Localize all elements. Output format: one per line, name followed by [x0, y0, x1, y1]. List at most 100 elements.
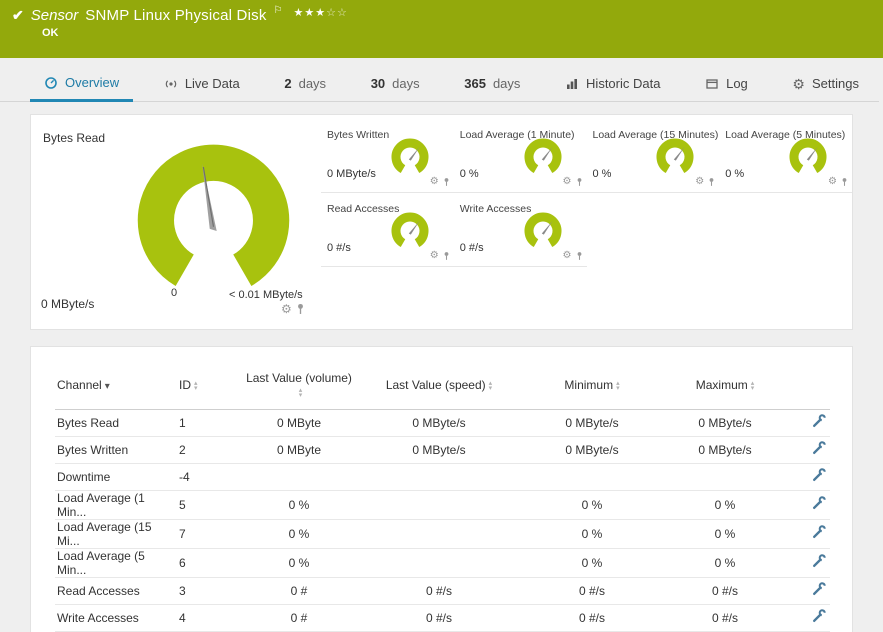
- table-row-bytes-read[interactable]: Bytes Read 1 0 MByte 0 MByte/s 0 MByte/s…: [55, 409, 830, 436]
- gear-icon[interactable]: ⚙: [430, 177, 439, 187]
- max-cell: 0 MByte/s: [698, 415, 752, 430]
- speed-cell: [355, 490, 523, 519]
- table-row-load-average-15min[interactable]: Load Average (15 Mi... 7 0 % 0 % 0 %: [55, 519, 830, 548]
- tab-live-data[interactable]: Live Data: [150, 66, 254, 101]
- gauge-current-value: 0 #/s: [327, 242, 351, 254]
- table-row-write-accesses[interactable]: Write Accesses 4 0 # 0 #/s 0 #/s 0 #/s: [55, 604, 830, 631]
- column-label: Minimum: [564, 377, 614, 392]
- pin-icon[interactable]: [708, 177, 715, 187]
- object-kind-label: Sensor: [30, 7, 79, 24]
- table-row-bytes-written[interactable]: Bytes Written 2 0 MByte 0 MByte/s 0 MByt…: [55, 436, 830, 463]
- tab-bar: Overview Live Data 2 days 30 days 365 da…: [0, 66, 879, 102]
- wrench-icon[interactable]: [812, 582, 826, 596]
- pin-icon[interactable]: [296, 303, 305, 315]
- gear-icon[interactable]: ⚙: [563, 251, 572, 261]
- gauge-label: Bytes Read: [43, 131, 106, 145]
- small-gauge: [656, 138, 694, 173]
- wrench-icon[interactable]: [812, 496, 826, 510]
- tab-2-days[interactable]: 2 days: [270, 66, 340, 101]
- table-row-downtime[interactable]: Downtime -4: [55, 463, 830, 490]
- tab-settings[interactable]: ⚙ Settings: [778, 66, 873, 101]
- small-gauge-read-accesses: Read Accesses 0 #/s ⚙: [321, 193, 454, 267]
- sort-arrows-icon: ▴ ▾: [488, 379, 493, 392]
- gear-icon: ⚙: [792, 75, 805, 92]
- wrench-icon[interactable]: [812, 441, 826, 455]
- max-cell: 0 %: [714, 555, 736, 570]
- column-header-last-value-volume[interactable]: Last Value (volume) ▴ ▾: [243, 361, 355, 409]
- channel-cell: Downtime: [57, 469, 111, 484]
- channel-cell: Load Average (1 Min...: [57, 490, 145, 519]
- speed-cell: 0 #/s: [425, 610, 452, 625]
- column-header-maximum[interactable]: Maximum ▴ ▾: [661, 361, 789, 409]
- volume-cell: 0 #: [290, 610, 308, 625]
- pin-icon[interactable]: [443, 177, 450, 187]
- priority-stars[interactable]: ★★★☆☆: [293, 6, 347, 19]
- stars-filled[interactable]: ★★★: [293, 7, 326, 19]
- channels-table: Channel ▾ ID ▴ ▾ Last Value (volume) ▴ ▾ Last…: [55, 361, 830, 632]
- gear-icon[interactable]: ⚙: [563, 177, 572, 187]
- tab-label: Historic Data: [586, 76, 661, 91]
- tab-label: Log: [726, 76, 748, 91]
- pin-icon[interactable]: [576, 251, 583, 261]
- id-cell: 3: [179, 583, 186, 598]
- id-cell: 6: [179, 555, 186, 570]
- column-header-minimum[interactable]: Minimum ▴ ▾: [523, 361, 661, 409]
- pin-icon[interactable]: [443, 251, 450, 261]
- id-cell: 2: [179, 442, 186, 457]
- stars-empty[interactable]: ☆☆: [326, 7, 348, 19]
- tab-log[interactable]: Log: [691, 66, 762, 101]
- small-gauge-load-avg-5min: Load Average (5 Minutes) 0 % ⚙: [719, 119, 852, 193]
- gauge-min-label: 0: [171, 287, 178, 299]
- column-header-channel[interactable]: Channel ▾: [55, 361, 173, 409]
- channel-cell: Load Average (15 Mi...: [57, 519, 152, 548]
- channels-table-panel: Channel ▾ ID ▴ ▾ Last Value (volume) ▴ ▾ Last…: [30, 346, 853, 632]
- column-label: Last Value (volume): [246, 370, 352, 385]
- bar-chart-icon: [565, 77, 579, 91]
- small-gauge: [391, 138, 429, 173]
- table-header-row: Channel ▾ ID ▴ ▾ Last Value (volume) ▴ ▾ Last…: [55, 361, 830, 409]
- pin-icon[interactable]: [576, 177, 583, 187]
- wrench-icon[interactable]: [812, 414, 826, 428]
- channel-cell: Bytes Written: [57, 442, 129, 457]
- gauge-current-value: 0 %: [459, 168, 479, 180]
- small-gauge: [391, 212, 429, 247]
- main-gauge-bytes-read: Bytes Read 0 MByte/s 0 < 0.01 MByte/s ⚙: [31, 115, 321, 329]
- id-cell: 4: [179, 610, 186, 625]
- tab-label: Live Data: [184, 76, 240, 91]
- small-gauge: [524, 138, 561, 173]
- tab-overview[interactable]: Overview: [30, 66, 134, 102]
- gear-icon[interactable]: ⚙: [281, 303, 292, 315]
- wrench-icon[interactable]: [812, 468, 826, 482]
- wrench-icon[interactable]: [812, 609, 826, 623]
- id-cell: 5: [179, 497, 186, 512]
- gear-icon[interactable]: ⚙: [828, 177, 837, 187]
- min-cell: 0 #/s: [578, 583, 605, 598]
- column-label: ID: [179, 377, 191, 392]
- gear-icon[interactable]: ⚙: [695, 177, 704, 187]
- min-cell: 0 %: [581, 497, 603, 512]
- wrench-icon[interactable]: [812, 525, 826, 539]
- flag-icon[interactable]: ⚐: [274, 5, 283, 16]
- table-row-load-average-5min[interactable]: Load Average (5 Min... 6 0 % 0 % 0 %: [55, 548, 830, 577]
- sort-arrows-icon: ▴ ▾: [298, 386, 303, 399]
- gear-icon[interactable]: ⚙: [430, 251, 439, 261]
- table-row-read-accesses[interactable]: Read Accesses 3 0 # 0 #/s 0 #/s 0 #/s: [55, 577, 830, 604]
- column-header-id[interactable]: ID ▴ ▾: [173, 361, 243, 409]
- tab-day-count: 365: [464, 76, 486, 91]
- volume-cell: 0 #: [290, 583, 308, 598]
- tab-historic-data[interactable]: Historic Data: [551, 66, 674, 101]
- small-gauge: [789, 138, 827, 173]
- column-header-last-value-speed[interactable]: Last Value (speed) ▴ ▾: [355, 361, 523, 409]
- wrench-icon[interactable]: [812, 554, 826, 568]
- tab-365-days[interactable]: 365 days: [450, 66, 534, 101]
- max-cell: 0 #/s: [711, 583, 738, 598]
- table-row-load-average-1min[interactable]: Load Average (1 Min... 5 0 % 0 % 0 %: [55, 490, 830, 519]
- sort-caret-icon: ▾: [104, 380, 110, 392]
- pin-icon[interactable]: [841, 177, 848, 187]
- small-gauge-write-accesses: Write Accesses 0 #/s ⚙: [453, 193, 587, 267]
- tab-30-days[interactable]: 30 days: [357, 66, 434, 101]
- speed-cell: 0 #/s: [425, 583, 452, 598]
- id-cell: 7: [179, 526, 186, 541]
- bytes-read-gauge: [137, 144, 290, 286]
- speed-cell: [355, 548, 523, 577]
